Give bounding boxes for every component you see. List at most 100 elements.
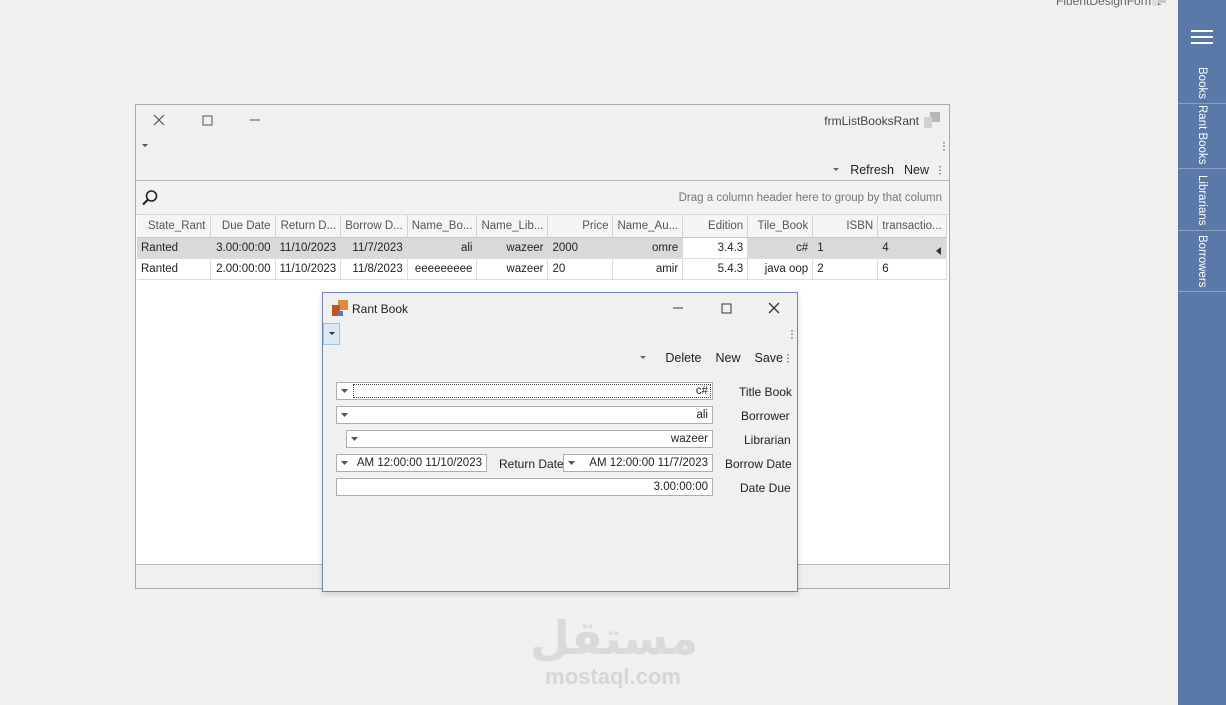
chevron-down-icon[interactable] (351, 437, 358, 442)
date-due-label: Date Due (740, 481, 791, 495)
watermark-arabic: مستقل (530, 612, 699, 664)
close-icon[interactable] (148, 111, 170, 129)
save-button[interactable]: Save (755, 351, 784, 365)
column-header-name-book[interactable]: Name_Bo... (407, 215, 478, 238)
row-indicator-icon (936, 247, 941, 255)
chevron-down-icon[interactable] (341, 389, 348, 394)
main-window-title: FluentDesignForm1 (1056, 0, 1162, 8)
table-cell[interactable]: Ranted (137, 237, 211, 259)
chevron-down-icon[interactable] (341, 461, 348, 466)
table-cell[interactable]: c# (747, 237, 814, 259)
watermark-latin: mostaql.com (545, 664, 681, 689)
toolbar-dropdown-icon[interactable] (639, 355, 647, 361)
minimize-icon[interactable] (667, 300, 689, 316)
form-icon (332, 300, 348, 316)
borrower-combo[interactable]: ali (336, 406, 713, 424)
toolbar-dropdown-button[interactable] (323, 323, 340, 345)
date-due-field[interactable]: 3.00:00:00 (336, 478, 713, 496)
side-nav-item-librarians[interactable]: Librarians (1192, 170, 1212, 230)
window-title: frmListBooksRant (824, 114, 919, 128)
return-date-label: Return Date (499, 457, 564, 471)
librarian-value: wazeer (670, 433, 708, 445)
side-nav-item-books[interactable]: Books (1192, 64, 1212, 102)
column-header-transaction[interactable]: transactio... (877, 215, 947, 238)
table-cell[interactable]: eeeeeeeee (407, 258, 478, 280)
new-button[interactable]: New (904, 163, 929, 177)
table-cell[interactable]: 20 (547, 258, 614, 280)
table-cell[interactable]: amir (612, 258, 684, 280)
column-header-tile-book[interactable]: Tile_Book (747, 215, 814, 238)
column-header-borrow-date[interactable]: Borrow D... (340, 215, 408, 238)
librarian-label: Librarian (744, 433, 791, 447)
grid-table: State_Rant Due Date Return D... Borrow D… (137, 215, 947, 280)
column-header-isbn[interactable]: ISBN (812, 215, 879, 238)
delete-button[interactable]: Delete (665, 351, 701, 365)
search-icon[interactable] (141, 189, 159, 207)
librarian-combo[interactable]: wazeer (346, 430, 713, 448)
toolbar-dropdown-icon[interactable] (141, 143, 149, 149)
table-cell[interactable]: 11/8/2023 (340, 258, 408, 280)
toolbar-grip[interactable] (787, 352, 789, 364)
table-cell[interactable]: ali (407, 237, 478, 259)
table-cell[interactable]: 3.00:00:00 (210, 237, 276, 259)
column-header-price[interactable]: Price (547, 215, 614, 238)
table-cell[interactable]: Ranted (137, 258, 211, 280)
table-cell[interactable]: 1 (812, 237, 879, 259)
toolbar-grip[interactable] (791, 329, 793, 340)
table-cell[interactable]: 5.4.3 (682, 258, 749, 280)
return-date-picker[interactable]: AM 12:00:00 11/10/2023 (336, 454, 487, 472)
table-cell[interactable]: 11/10/2023 (275, 237, 342, 259)
table-cell[interactable]: 3.4.3 (682, 237, 749, 259)
title-book-label: Title Book (739, 385, 792, 399)
table-cell[interactable]: 6 (877, 258, 947, 280)
form-icon (924, 112, 940, 128)
borrow-date-picker[interactable]: AM 12:00:00 11/7/2023 (563, 454, 713, 472)
column-header-name-librarian[interactable]: Name_Lib... (476, 215, 549, 238)
close-icon[interactable] (763, 300, 785, 316)
table-cell[interactable]: omre (612, 237, 684, 259)
new-button[interactable]: New (715, 351, 740, 365)
table-row[interactable]: Ranted 3.00:00:00 11/10/2023 11/7/2023 a… (137, 237, 947, 259)
table-row[interactable]: Ranted 2.00:00:00 11/10/2023 11/8/2023 e… (137, 258, 947, 280)
hamburger-icon[interactable] (1191, 30, 1213, 46)
table-cell[interactable]: 2.00:00:00 (210, 258, 276, 280)
table-cell[interactable]: 2 (812, 258, 879, 280)
borrower-value: ali (696, 409, 708, 421)
dialog-title: Rant Book (352, 302, 409, 316)
chevron-down-icon[interactable] (568, 461, 575, 466)
column-header-state-rant[interactable]: State_Rant (137, 215, 211, 238)
table-cell[interactable]: 11/7/2023 (340, 237, 408, 259)
group-panel[interactable]: Drag a column header here to group by th… (136, 181, 949, 215)
chevron-down-icon (328, 332, 335, 335)
side-nav-item-borrowers[interactable]: Borrowers (1192, 232, 1212, 290)
column-header-return-date[interactable]: Return D... (275, 215, 342, 238)
list-toolbar: Refresh New (832, 163, 941, 177)
toolbar-grip[interactable] (943, 141, 945, 152)
side-nav-divider (1178, 230, 1226, 231)
side-nav: Books Rant Books Librarians Borrowers (1178, 0, 1226, 705)
minimize-icon[interactable] (244, 111, 266, 129)
table-cell[interactable]: wazeer (476, 258, 549, 280)
column-header-name-author[interactable]: Name_Au... (612, 215, 684, 238)
grid-header-row: State_Rant Due Date Return D... Borrow D… (137, 215, 947, 238)
maximize-icon[interactable] (196, 111, 218, 129)
rant-book-dialog: Rant Book Delete New Save c# Title Book … (322, 292, 798, 592)
side-nav-label: Rant Books (1196, 105, 1208, 165)
column-header-edition[interactable]: Edition (682, 215, 749, 238)
table-cell[interactable]: 2000 (547, 237, 614, 259)
title-book-combo[interactable]: c# (336, 382, 713, 400)
table-cell[interactable]: wazeer (476, 237, 549, 259)
refresh-button[interactable]: Refresh (850, 163, 894, 177)
maximize-icon[interactable] (715, 300, 737, 316)
date-due-value: 3.00:00:00 (653, 481, 708, 493)
side-nav-divider (1178, 168, 1226, 169)
column-header-due-date[interactable]: Due Date (210, 215, 276, 238)
toolbar-dropdown-icon[interactable] (832, 167, 840, 173)
focus-rectangle (353, 384, 711, 398)
table-cell[interactable]: java oop (747, 258, 814, 280)
toolbar-grip[interactable] (939, 164, 941, 176)
table-cell[interactable]: 11/10/2023 (275, 258, 342, 280)
side-nav-label: Books (1196, 67, 1208, 99)
side-nav-item-rant-books[interactable]: Rant Books (1192, 104, 1212, 166)
chevron-down-icon[interactable] (341, 413, 348, 418)
